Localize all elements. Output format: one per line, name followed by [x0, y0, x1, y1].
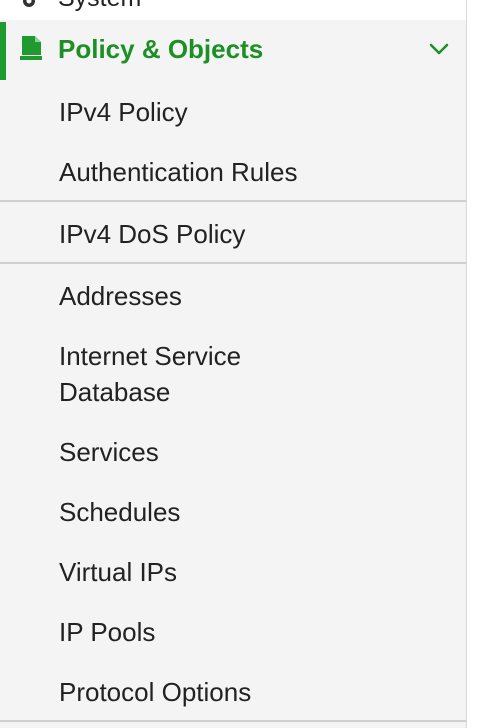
sidebar-item-ipv4-dos-policy[interactable]: IPv4 DoS Policy: [0, 214, 466, 254]
sidebar-item-label: IPv4 DoS Policy: [59, 219, 246, 249]
sidebar-item-label: Services: [59, 437, 159, 467]
policy-document-icon: [20, 36, 42, 60]
sidebar-item-label: System: [58, 0, 141, 13]
sidebar-item-label: Virtual IPs: [59, 557, 178, 587]
sidebar-item-authentication-rules[interactable]: Authentication Rules: [0, 152, 466, 192]
divider: [0, 200, 466, 202]
sidebar-item-label: Schedules: [59, 497, 181, 527]
content-edge: [467, 0, 484, 728]
sidebar-item-label: Protocol Options: [59, 677, 252, 707]
gear-icon: [23, 0, 35, 7]
sidebar-section-policy-objects[interactable]: Policy & Objects: [0, 22, 466, 80]
active-section-indicator: [0, 22, 6, 80]
divider: [0, 262, 466, 264]
sidebar-item-label: Addresses: [59, 281, 182, 311]
sidebar-item-label: IPv4 Policy: [59, 97, 188, 127]
sidebar-item-label-line1: Internet Service: [59, 341, 242, 371]
sidebar-item-internet-service-database[interactable]: Internet Service Database: [0, 336, 466, 412]
sidebar-item-label: Authentication Rules: [59, 157, 298, 187]
sidebar-item-label-line2: Database: [59, 377, 171, 407]
sidebar-item-ip-pools[interactable]: IP Pools: [0, 612, 466, 652]
divider: [0, 720, 466, 722]
sidebar-item-virtual-ips[interactable]: Virtual IPs: [0, 552, 466, 592]
sidebar-item-services[interactable]: Services: [0, 432, 466, 472]
sidebar-item-system[interactable]: System: [0, 0, 466, 20]
sidebar-item-label: IP Pools: [59, 617, 156, 647]
sidebar-nav: System Policy & Objects IPv4 Policy Auth…: [0, 0, 467, 728]
section-title: Policy & Objects: [58, 34, 264, 64]
sidebar-item-protocol-options[interactable]: Protocol Options: [0, 672, 466, 712]
chevron-down-icon[interactable]: [428, 42, 450, 56]
sidebar-item-addresses[interactable]: Addresses: [0, 276, 466, 316]
sidebar-item-ipv4-policy[interactable]: IPv4 Policy: [0, 92, 466, 132]
sidebar-item-schedules[interactable]: Schedules: [0, 492, 466, 532]
